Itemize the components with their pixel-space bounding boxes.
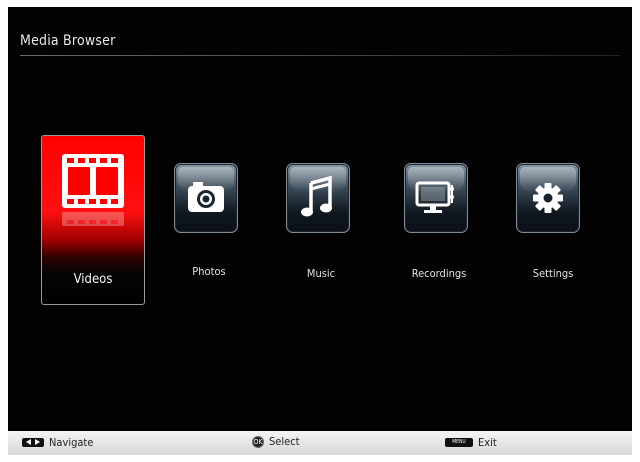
navigate-hint: Navigate <box>22 436 93 449</box>
navigate-label: Navigate <box>49 436 94 449</box>
recordings-tile <box>404 163 468 233</box>
exit-hint: MENU Exit <box>445 436 497 449</box>
menu-item-settings[interactable]: Settings <box>512 163 592 283</box>
menu-item-recordings[interactable]: Recordings <box>400 163 480 283</box>
film-strip-icon <box>62 154 124 226</box>
menu-item-label: Recordings <box>411 267 467 280</box>
menu-item-label: Photos <box>192 265 226 278</box>
media-browser-screen: Media Browser Videos Photos Music Record… <box>8 7 632 431</box>
menu-item-label: Settings <box>532 267 574 280</box>
gear-icon <box>533 183 563 213</box>
left-right-arrows-icon <box>22 438 44 447</box>
footer-hint-bar: Navigate OK Select MENU Exit <box>8 431 632 455</box>
select-hint: OK Select <box>252 435 300 448</box>
menu-item-music[interactable]: Music <box>282 163 362 283</box>
photos-tile <box>174 163 238 233</box>
menu-key-icon: MENU <box>445 438 473 447</box>
media-menu: Videos Photos Music Recordings Settings <box>8 7 632 431</box>
monitor-recordings-icon <box>415 181 454 213</box>
ok-button-icon: OK <box>252 435 264 448</box>
menu-item-label: Videos <box>73 272 113 287</box>
music-note-icon <box>301 175 332 217</box>
exit-label: Exit <box>478 436 497 449</box>
select-label: Select <box>269 435 300 448</box>
menu-item-label: Music <box>306 267 336 280</box>
camera-icon <box>188 182 224 212</box>
settings-tile <box>516 163 580 233</box>
menu-item-photos[interactable]: Photos <box>170 163 250 283</box>
menu-item-videos[interactable]: Videos <box>41 135 145 305</box>
music-tile <box>286 163 350 233</box>
